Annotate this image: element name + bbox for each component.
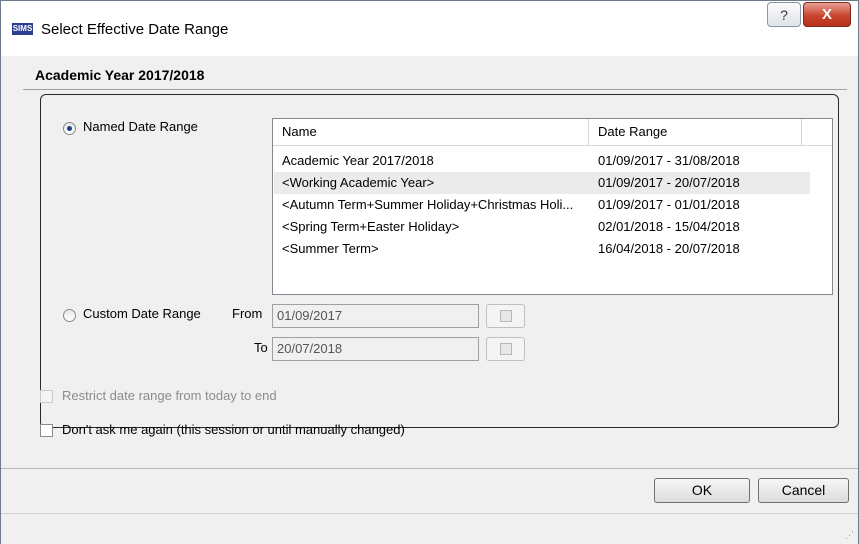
custom-date-range-label[interactable]: Custom Date Range	[83, 306, 201, 321]
resize-grip-icon[interactable]: ⋰	[845, 530, 854, 541]
named-range-list[interactable]: Name Date Range Academic Year 2017/2018 …	[272, 118, 833, 295]
row-date-range: 01/09/2017 - 31/08/2018	[598, 153, 740, 168]
row-name: <Spring Term+Easter Holiday>	[282, 219, 460, 234]
close-button[interactable]: X	[803, 2, 851, 27]
column-header-date-range[interactable]: Date Range	[589, 119, 802, 145]
row-name: Academic Year 2017/2018	[282, 153, 434, 168]
list-row-selected[interactable]: <Working Academic Year> 01/09/2017 - 20/…	[274, 172, 810, 194]
window-title: Select Effective Date Range	[41, 21, 229, 38]
row-date-range: 01/09/2017 - 20/07/2018	[598, 175, 740, 190]
list-header: Name Date Range	[273, 119, 832, 146]
calendar-icon	[500, 343, 512, 355]
to-calendar-button[interactable]	[486, 337, 525, 361]
from-calendar-button[interactable]	[486, 304, 525, 328]
to-date-field[interactable]: 20/07/2018	[272, 337, 479, 361]
group-title: Academic Year 2017/2018	[35, 67, 205, 83]
list-row[interactable]: <Spring Term+Easter Holiday> 02/01/2018 …	[274, 216, 810, 238]
dont-ask-again-label[interactable]: Don't ask me again (this session or unti…	[62, 422, 405, 437]
from-label: From	[232, 306, 263, 321]
row-name: <Summer Term>	[282, 241, 379, 256]
restrict-date-range-label: Restrict date range from today to end	[62, 388, 277, 403]
calendar-icon	[500, 310, 512, 322]
from-date-field[interactable]: 01/09/2017	[272, 304, 479, 328]
status-bar: ⋰	[1, 513, 858, 544]
column-header-name[interactable]: Name	[273, 119, 589, 145]
row-date-range: 02/01/2018 - 15/04/2018	[598, 219, 740, 234]
custom-date-range-radio[interactable]	[63, 309, 76, 322]
row-name: <Autumn Term+Summer Holiday+Christmas Ho…	[282, 197, 574, 212]
list-row[interactable]: Academic Year 2017/2018 01/09/2017 - 31/…	[274, 150, 810, 172]
to-label: To	[254, 340, 268, 355]
list-row[interactable]: <Summer Term> 16/04/2018 - 20/07/2018	[274, 238, 810, 260]
sims-app-icon: SIMS	[12, 23, 33, 35]
ok-button[interactable]: OK	[654, 478, 750, 503]
row-date-range: 01/09/2017 - 01/01/2018	[598, 197, 740, 212]
row-name: <Working Academic Year>	[282, 175, 435, 190]
help-button[interactable]: ?	[767, 2, 801, 27]
named-date-range-radio[interactable]	[63, 122, 76, 135]
list-row[interactable]: <Autumn Term+Summer Holiday+Christmas Ho…	[274, 194, 810, 216]
footer-separator	[1, 468, 858, 469]
group-divider	[23, 89, 847, 90]
row-date-range: 16/04/2018 - 20/07/2018	[598, 241, 740, 256]
dont-ask-again-checkbox[interactable]	[40, 424, 53, 437]
dialog-window: SIMS Select Effective Date Range ? X Aca…	[0, 0, 859, 544]
title-bar: SIMS Select Effective Date Range ? X	[1, 1, 858, 56]
cancel-button[interactable]: Cancel	[758, 478, 849, 503]
named-date-range-label[interactable]: Named Date Range	[83, 119, 198, 134]
restrict-date-range-checkbox[interactable]	[40, 390, 53, 403]
